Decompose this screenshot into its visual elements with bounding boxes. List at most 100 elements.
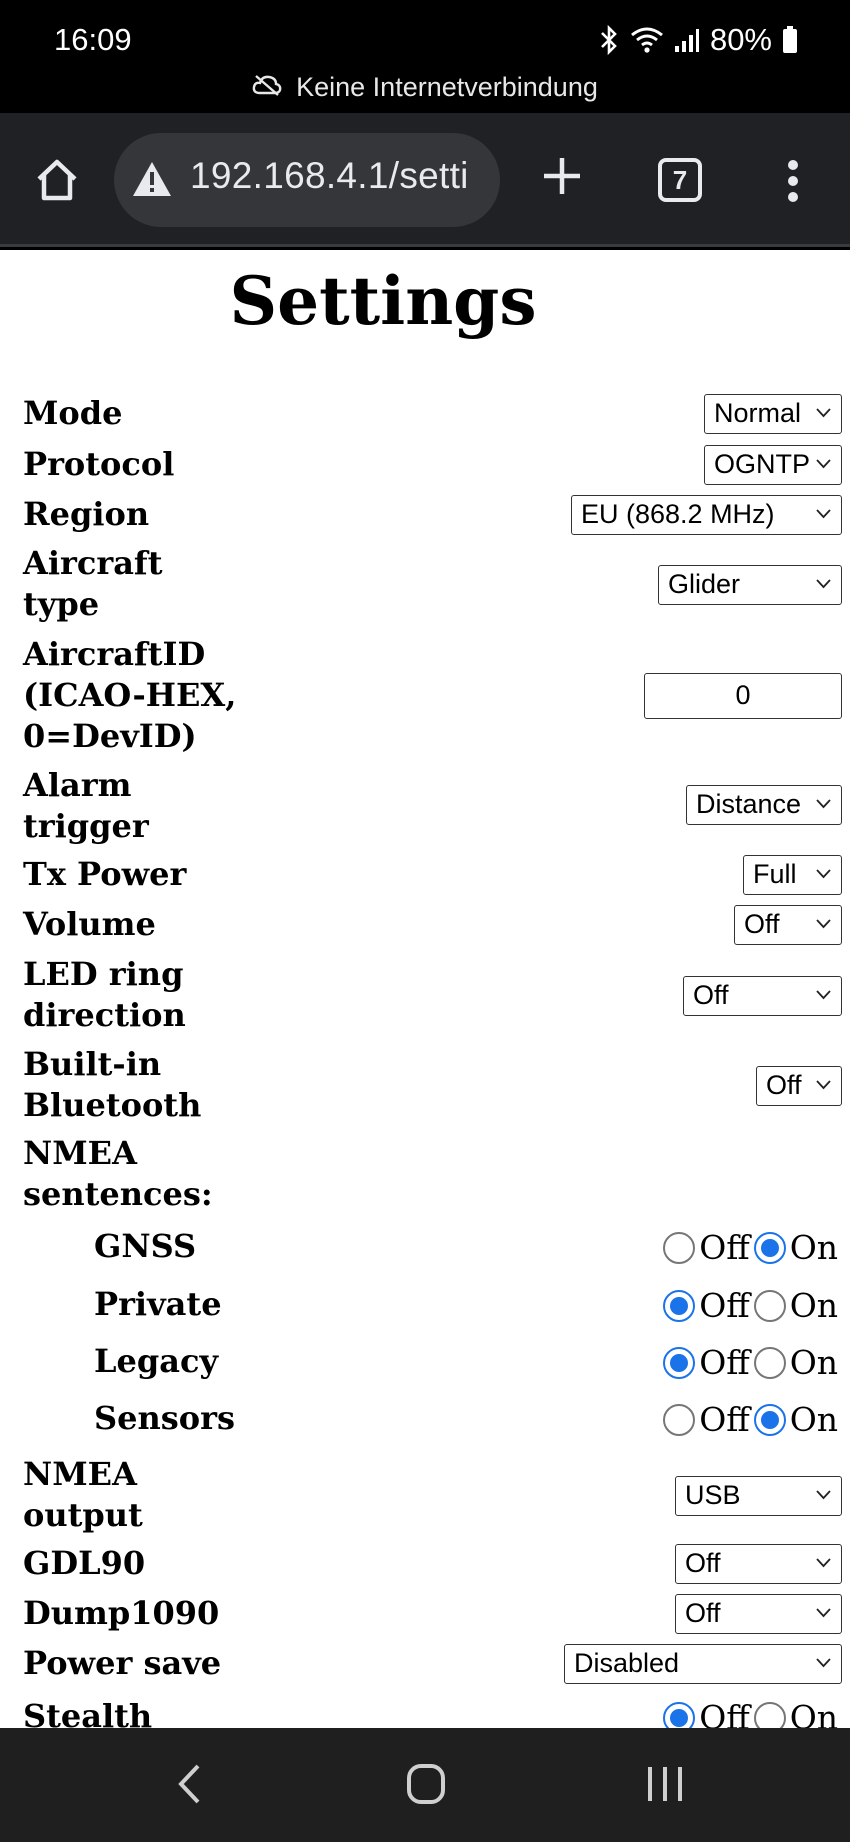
alarm-trigger-label: Alarm trigger — [23, 765, 149, 847]
chevron-down-icon — [816, 1080, 831, 1090]
chevron-down-icon — [816, 1558, 831, 1568]
network-notice-text: Keine Internetverbindung — [296, 72, 598, 102]
protocol-select[interactable]: OGNTP — [704, 445, 842, 485]
stealth-off-label: Off — [699, 1698, 750, 1728]
alarm-trigger-label-line1: Alarm — [23, 766, 132, 804]
mode-label: Mode — [23, 394, 123, 432]
nmea-sentences-label: NMEA sentences: — [23, 1133, 213, 1215]
legacy-radio-group: Off On — [663, 1343, 842, 1382]
more-menu-icon[interactable] — [786, 158, 800, 204]
tx-power-select[interactable]: Full — [743, 855, 842, 895]
nmea-sentences-label-line1: NMEA — [23, 1134, 137, 1172]
stealth-off-radio[interactable] — [663, 1701, 696, 1728]
cloud-off-icon — [252, 72, 282, 103]
status-icons: 80% — [598, 22, 798, 58]
stealth-on-label: On — [789, 1698, 838, 1728]
wifi-icon — [630, 26, 664, 54]
signal-icon — [674, 27, 700, 53]
volume-select[interactable]: Off — [734, 905, 842, 945]
private-label: Private — [94, 1285, 222, 1323]
mode-value: Normal — [714, 398, 802, 428]
tx-power-value: Full — [753, 859, 797, 889]
battery-level: 80% — [709, 22, 772, 57]
nmea-output-value: USB — [685, 1480, 741, 1510]
region-value: EU (868.2 MHz) — [581, 499, 775, 529]
chevron-down-icon — [816, 1490, 831, 1500]
sensors-on-label: On — [789, 1400, 838, 1439]
gdl90-select[interactable]: Off — [675, 1544, 842, 1584]
chevron-down-icon — [816, 1658, 831, 1668]
tx-power-label: Tx Power — [23, 855, 187, 893]
volume-label: Volume — [23, 905, 156, 943]
volume-value: Off — [744, 909, 780, 939]
power-save-value: Disabled — [574, 1648, 680, 1678]
region-select[interactable]: EU (868.2 MHz) — [571, 495, 842, 535]
alarm-trigger-value: Distance — [696, 789, 802, 819]
nmea-output-select[interactable]: USB — [675, 1476, 842, 1516]
power-save-select[interactable]: Disabled — [564, 1644, 842, 1684]
battery-icon — [782, 26, 798, 54]
dump1090-label: Dump1090 — [23, 1594, 220, 1632]
page-title: Settings — [229, 262, 537, 340]
bluetooth-icon — [598, 25, 620, 55]
bluetooth-label: Built-in Bluetooth — [23, 1044, 201, 1126]
sensors-off-radio[interactable] — [663, 1403, 696, 1436]
sensors-on-radio[interactable] — [753, 1403, 786, 1436]
alarm-trigger-select[interactable]: Distance — [686, 785, 842, 825]
gnss-label: GNSS — [94, 1227, 197, 1265]
stealth-radio-group: Off On — [663, 1698, 842, 1728]
legacy-on-label: On — [789, 1343, 838, 1382]
mode-select[interactable]: Normal — [704, 394, 842, 434]
chevron-down-icon — [816, 459, 831, 469]
private-on-radio[interactable] — [753, 1289, 786, 1322]
dump1090-select[interactable]: Off — [675, 1594, 842, 1634]
gnss-radio-group: Off On — [663, 1228, 842, 1267]
legacy-on-radio[interactable] — [753, 1346, 786, 1379]
home-icon[interactable] — [34, 157, 80, 203]
tab-switcher-button[interactable]: 7 — [658, 158, 702, 202]
status-bar: 16:09 80% Keine Internetverbindung — [0, 0, 850, 113]
private-off-radio[interactable] — [663, 1289, 696, 1322]
warning-icon[interactable] — [130, 159, 174, 203]
settings-page: Settings Mode Normal Protocol OGNTP Regi… — [0, 250, 850, 1728]
bluetooth-value: Off — [766, 1070, 802, 1100]
dump1090-value: Off — [685, 1598, 721, 1628]
gnss-on-radio[interactable] — [753, 1231, 786, 1264]
bluetooth-label-line1: Built-in — [23, 1045, 162, 1083]
sensors-label: Sensors — [94, 1399, 235, 1437]
aircraft-type-value: Glider — [668, 569, 741, 599]
recent-apps-icon[interactable] — [646, 1762, 684, 1810]
nmea-output-label-line2: output — [23, 1496, 143, 1534]
chevron-down-icon — [816, 1608, 831, 1618]
nmea-output-label-line1: NMEA — [23, 1455, 137, 1493]
sensors-radio-group: Off On — [663, 1400, 842, 1439]
address-bar[interactable]: 192.168.4.1/setti — [114, 133, 500, 227]
aircraft-type-label-line1: Aircraft — [23, 544, 163, 582]
gnss-on-label: On — [789, 1228, 838, 1267]
stealth-label: Stealth — [23, 1697, 153, 1728]
aircraft-id-label: AircraftID (ICAO-HEX, 0=DevID) — [23, 634, 236, 757]
chevron-down-icon — [816, 579, 831, 589]
private-off-label: Off — [699, 1286, 750, 1325]
aircraft-id-input[interactable]: 0 — [644, 673, 842, 719]
region-label: Region — [23, 495, 150, 533]
protocol-value: OGNTP — [714, 449, 811, 479]
bluetooth-select[interactable]: Off — [756, 1066, 842, 1106]
led-ring-label-line1: LED ring — [23, 955, 184, 993]
stealth-on-radio[interactable] — [753, 1701, 786, 1728]
legacy-off-radio[interactable] — [663, 1346, 696, 1379]
network-notice: Keine Internetverbindung — [0, 72, 850, 103]
back-icon[interactable] — [176, 1762, 202, 1810]
gnss-off-radio[interactable] — [663, 1231, 696, 1264]
nmea-sentences-label-line2: sentences: — [23, 1175, 213, 1213]
url-text[interactable]: 192.168.4.1/setti — [190, 155, 469, 197]
led-ring-select[interactable]: Off — [683, 976, 842, 1016]
legacy-label: Legacy — [94, 1342, 219, 1380]
protocol-label: Protocol — [23, 445, 175, 483]
power-save-label: Power save — [23, 1644, 222, 1682]
aircraft-type-select[interactable]: Glider — [658, 565, 842, 605]
home-nav-icon[interactable] — [406, 1762, 446, 1810]
new-tab-icon[interactable] — [542, 156, 582, 200]
aircraft-type-label-line2: type — [23, 585, 100, 623]
aircraft-id-label-line1: AircraftID — [23, 635, 206, 673]
